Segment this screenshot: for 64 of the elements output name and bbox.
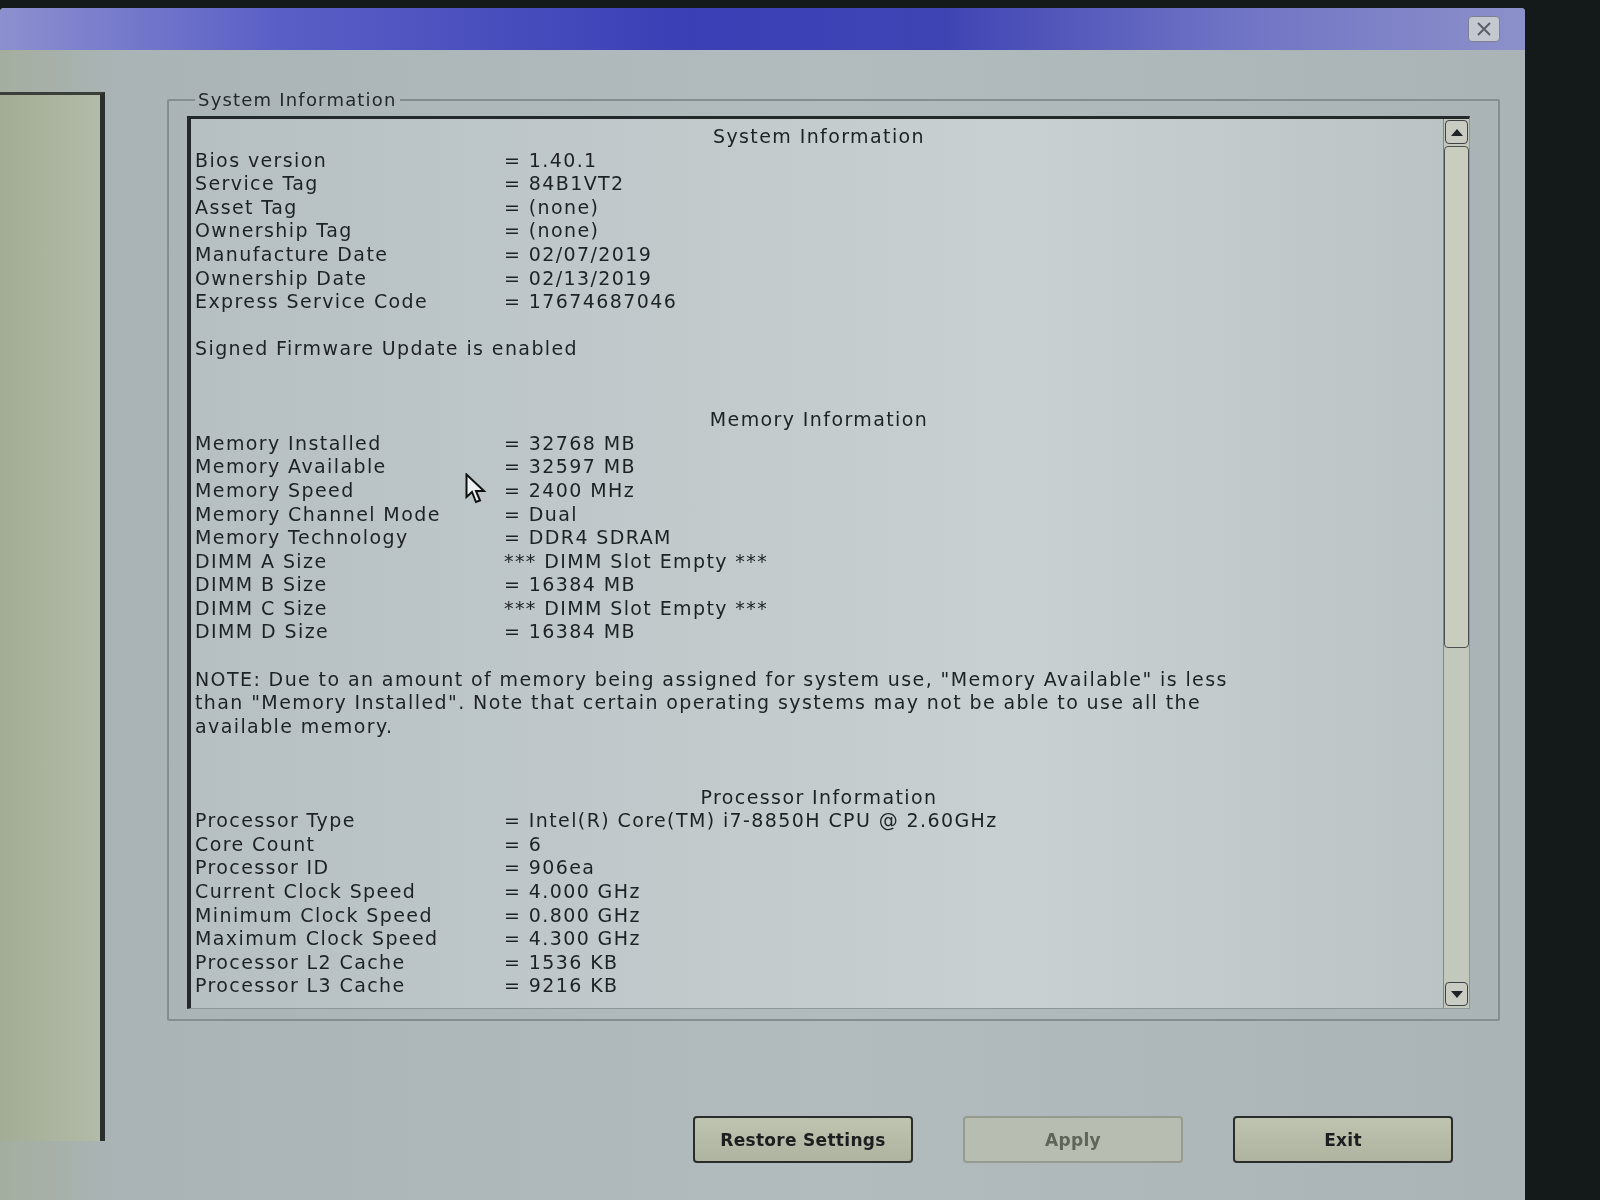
field-label: Asset Tag [195, 195, 298, 218]
field-value: = 32597 MB [504, 455, 636, 478]
field-label: DIMM B Size [195, 573, 328, 596]
field-value: = 4.300 GHz [504, 927, 641, 950]
cursor-icon [465, 473, 489, 505]
scroll-up-button[interactable] [1445, 120, 1468, 144]
field-label: Service Tag [195, 172, 319, 195]
field-value: = (none) [504, 195, 600, 218]
dialog-button[interactable]: Restore Settings [693, 1116, 913, 1163]
field-value: = 0.800 GHz [504, 903, 641, 926]
field-value: = 02/13/2019 [504, 266, 653, 289]
field-label: DIMM A Size [195, 549, 328, 572]
section-heading: System Information [712, 125, 926, 149]
field-value: = 6 [504, 832, 543, 855]
field-value: *** DIMM Slot Empty *** [504, 596, 769, 619]
field-value: = 1.40.1 [504, 148, 598, 171]
field-value: = 9216 KB [504, 974, 619, 997]
field-label: Memory Available [195, 455, 387, 478]
field-value: = (none) [504, 219, 600, 242]
field-label: Core Count [195, 832, 316, 855]
field-label: Express Service Code [195, 290, 429, 313]
field-value: = 16384 MB [504, 573, 636, 596]
close-icon [1477, 22, 1491, 36]
field-label: Memory Technology [195, 526, 409, 549]
field-value: = 84B1VT2 [504, 172, 625, 195]
field-value: = Dual [504, 502, 578, 525]
field-label: Memory Speed [195, 478, 355, 501]
field-value: = 906ea [504, 856, 596, 879]
field-label: Processor L2 Cache [195, 950, 406, 973]
triangle-up-icon [1450, 128, 1463, 136]
field-value: = 02/07/2019 [504, 242, 653, 265]
section-heading: Processor Information [700, 785, 938, 810]
field-label: Minimum Clock Speed [195, 903, 433, 926]
field-value: = 17674687046 [504, 290, 678, 313]
field-value: = Intel(R) Core(TM) i7-8850H CPU @ 2.60GHz [504, 809, 998, 832]
field-value: = DDR4 SDRAM [504, 526, 672, 549]
field-value: = 1536 KB [504, 950, 619, 973]
group-title: System Information [197, 89, 398, 111]
field-label: Maximum Clock Speed [195, 927, 439, 950]
field-value: *** DIMM Slot Empty *** [504, 549, 769, 572]
field-value: = 32768 MB [504, 431, 636, 454]
field-label: Processor L3 Cache [195, 974, 406, 997]
field-label: Ownership Tag [195, 219, 353, 242]
close-button[interactable] [1468, 16, 1500, 42]
field-label: Processor Type [195, 809, 356, 832]
field-value: = 2400 MHz [504, 478, 635, 501]
field-label: Bios version [195, 148, 328, 171]
triangle-down-icon [1450, 990, 1463, 998]
field-label: DIMM D Size [195, 620, 330, 643]
scrollbar-thumb[interactable] [1444, 146, 1469, 648]
note-text: Signed Firmware Update is enabled [195, 337, 580, 361]
field-label: Current Clock Speed [195, 880, 417, 902]
section-heading: Memory Information [709, 408, 929, 432]
field-value: = 16384 MB [504, 620, 636, 643]
dialog-button[interactable]: Exit [1233, 1116, 1453, 1163]
field-label: Ownership Date [195, 266, 368, 289]
field-label: Memory Installed [195, 431, 382, 454]
field-label: DIMM C Size [195, 596, 328, 619]
field-label: Manufacture Date [195, 242, 389, 265]
field-value: = 4.000 GHz [504, 880, 641, 902]
note-text: NOTE: Due to an amount of memory being assigned for system use, "Memory Available" is less than "Memory Installed". Note that certain operating systems may not be able to use all the available memory. [195, 667, 1229, 739]
scroll-down-button[interactable] [1445, 982, 1468, 1006]
field-label: Memory Channel Mode [195, 502, 441, 525]
field-label: Processor ID [195, 856, 330, 879]
